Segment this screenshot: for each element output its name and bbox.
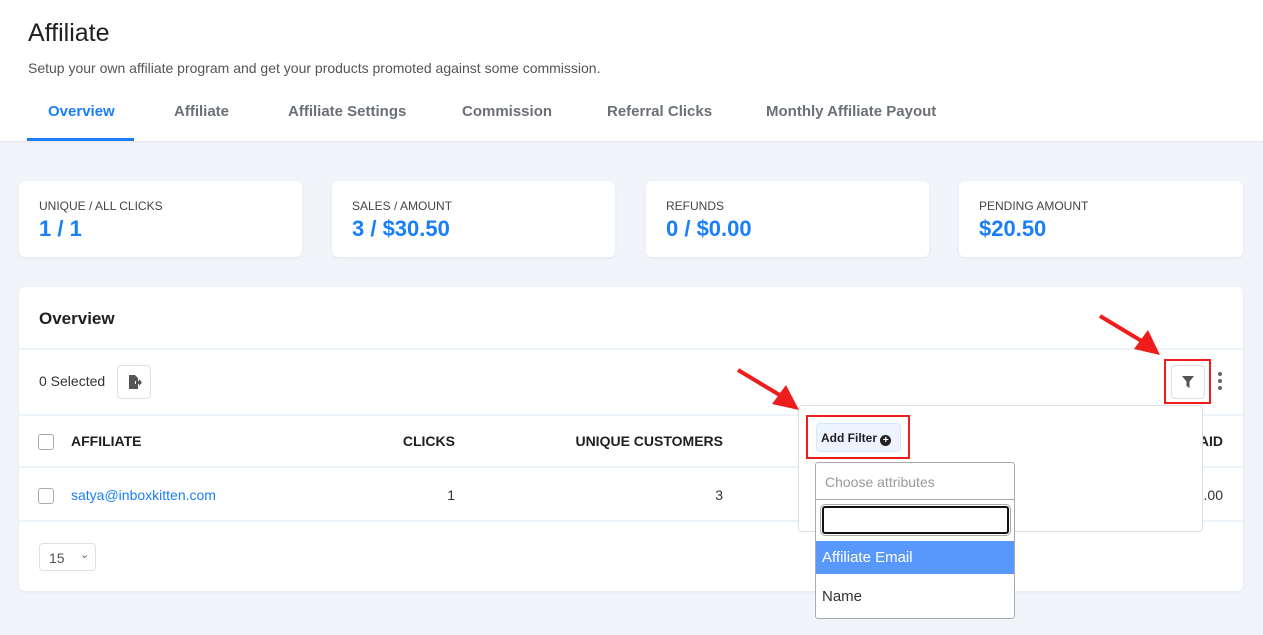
attribute-dropdown[interactable]: Choose attributes Affiliate Email Name — [815, 462, 1015, 619]
stat-card-pending: PENDING AMOUNT $20.50 — [959, 181, 1243, 257]
stat-card-clicks: UNIQUE / ALL CLICKS 1 / 1 — [19, 181, 302, 257]
chevron-down-icon: ⌄ — [80, 549, 90, 561]
column-header-clicks[interactable]: CLICKS — [403, 433, 455, 449]
cell-paid: .00 — [1203, 487, 1223, 503]
option-name[interactable]: Name — [816, 580, 1014, 613]
cell-unique-customers: 3 — [715, 487, 723, 503]
choose-attributes-placeholder: Choose attributes — [825, 474, 935, 490]
annotation-highlight — [1164, 359, 1211, 404]
stat-value: 0 / $0.00 — [666, 216, 752, 241]
cell-clicks: 1 — [447, 487, 455, 503]
page-header: Affiliate Setup your own affiliate progr… — [0, 0, 1263, 141]
stat-label: PENDING AMOUNT — [979, 199, 1089, 213]
affiliate-email-link[interactable]: satya@inboxkitten.com — [71, 487, 216, 503]
tab-referral-clicks[interactable]: Referral Clicks — [607, 103, 712, 120]
page-subtitle: Setup your own affiliate program and get… — [28, 60, 601, 76]
row-checkbox[interactable] — [38, 488, 54, 504]
column-header-unique-customers[interactable]: UNIQUE CUSTOMERS — [575, 433, 723, 449]
annotation-highlight — [806, 415, 910, 459]
selected-count: 0 Selected — [39, 373, 106, 389]
column-header-affiliate[interactable]: AFFILIATE — [71, 433, 142, 449]
stat-value: 3 / $30.50 — [352, 216, 450, 241]
attribute-search-input[interactable] — [820, 504, 1011, 536]
page-title: Affiliate — [28, 19, 110, 47]
select-all-checkbox[interactable] — [38, 434, 54, 450]
active-tab-indicator — [27, 138, 134, 141]
stat-label: REFUNDS — [666, 199, 725, 213]
stat-card-refunds: REFUNDS 0 / $0.00 — [646, 181, 929, 257]
stat-card-sales: SALES / AMOUNT 3 / $30.50 — [332, 181, 615, 257]
tab-overview[interactable]: Overview — [48, 103, 115, 120]
export-button[interactable] — [117, 365, 151, 399]
per-page-select[interactable]: 15 ⌄ — [39, 543, 96, 571]
option-affiliate-email[interactable]: Affiliate Email — [816, 541, 1014, 574]
tab-affiliate[interactable]: Affiliate — [174, 103, 229, 120]
tab-commission[interactable]: Commission — [462, 103, 552, 120]
stat-value: $20.50 — [979, 216, 1047, 241]
more-options-icon[interactable] — [1218, 372, 1222, 390]
panel-title: Overview — [39, 309, 115, 328]
divider — [19, 348, 1243, 350]
stat-label: SALES / AMOUNT — [352, 199, 453, 213]
stat-value: 1 / 1 — [39, 216, 82, 241]
tab-monthly-affiliate-payout[interactable]: Monthly Affiliate Payout — [766, 103, 936, 120]
export-icon — [129, 375, 142, 389]
stat-label: UNIQUE / ALL CLICKS — [39, 199, 163, 213]
per-page-value: 15 — [49, 550, 65, 566]
tab-affiliate-settings[interactable]: Affiliate Settings — [288, 103, 406, 120]
